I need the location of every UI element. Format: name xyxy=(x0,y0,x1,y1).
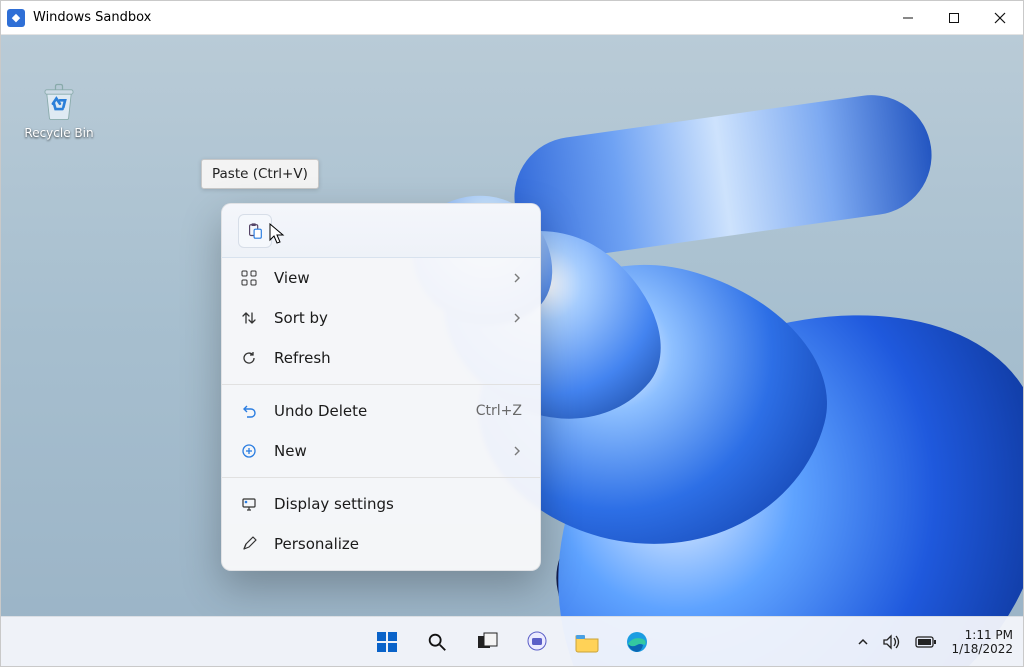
start-button[interactable] xyxy=(367,622,407,662)
search-button[interactable] xyxy=(417,622,457,662)
recycle-bin[interactable]: Recycle Bin xyxy=(21,81,97,140)
paste-icon xyxy=(246,222,264,240)
chevron-right-icon xyxy=(512,269,522,287)
taskbar-clock[interactable]: 1:11 PM 1/18/2022 xyxy=(951,628,1013,656)
battery-icon xyxy=(915,636,937,648)
search-icon xyxy=(426,631,448,653)
sort-icon xyxy=(240,309,258,327)
menu-label: Sort by xyxy=(274,309,496,327)
clock-time: 1:11 PM xyxy=(951,628,1013,642)
pen-icon xyxy=(240,535,258,553)
menu-separator xyxy=(222,384,540,385)
task-view-icon xyxy=(475,630,499,654)
system-tray: 1:11 PM 1/18/2022 xyxy=(857,617,1013,666)
battery-button[interactable] xyxy=(915,636,937,648)
recycle-bin-label: Recycle Bin xyxy=(24,126,93,140)
chevron-up-icon xyxy=(857,636,869,648)
menu-accelerator: Ctrl+Z xyxy=(476,403,522,419)
menu-label: Undo Delete xyxy=(274,402,460,420)
edge-icon xyxy=(625,630,649,654)
menu-item-display-settings[interactable]: Display settings xyxy=(222,484,540,524)
app-window: ◆ Windows Sandbox xyxy=(0,0,1024,667)
taskbar: 1:11 PM 1/18/2022 xyxy=(1,616,1023,666)
menu-item-view[interactable]: View xyxy=(222,258,540,298)
edge-button[interactable] xyxy=(617,622,657,662)
titlebar: ◆ Windows Sandbox xyxy=(1,1,1023,35)
maximize-button[interactable] xyxy=(931,1,977,35)
refresh-icon xyxy=(240,349,258,367)
task-view-button[interactable] xyxy=(467,622,507,662)
window-title: Windows Sandbox xyxy=(33,10,151,25)
menu-label: Refresh xyxy=(274,349,522,367)
view-grid-icon xyxy=(240,269,258,287)
desktop-context-menu: View Sort by Refresh xyxy=(221,203,541,571)
undo-icon xyxy=(240,402,258,420)
paste-button[interactable] xyxy=(238,214,272,248)
chat-icon xyxy=(525,630,549,654)
menu-item-new[interactable]: New xyxy=(222,431,540,471)
menu-label: View xyxy=(274,269,496,287)
context-menu-action-bar xyxy=(222,204,540,258)
chevron-right-icon xyxy=(512,442,522,460)
menu-item-refresh[interactable]: Refresh xyxy=(222,338,540,378)
maximize-icon xyxy=(948,12,960,24)
folder-icon xyxy=(574,630,600,654)
recycle-bin-icon xyxy=(38,81,80,123)
windows-logo-icon xyxy=(375,630,399,654)
file-explorer-button[interactable] xyxy=(567,622,607,662)
chat-button[interactable] xyxy=(517,622,557,662)
minimize-button[interactable] xyxy=(885,1,931,35)
menu-label: New xyxy=(274,442,496,460)
menu-label: Display settings xyxy=(274,495,522,513)
monitor-icon xyxy=(240,495,258,513)
plus-circle-icon xyxy=(240,442,258,460)
volume-icon xyxy=(883,634,901,650)
menu-label: Personalize xyxy=(274,535,522,553)
volume-button[interactable] xyxy=(883,634,901,650)
menu-item-undo-delete[interactable]: Undo Delete Ctrl+Z xyxy=(222,391,540,431)
close-button[interactable] xyxy=(977,1,1023,35)
app-icon: ◆ xyxy=(7,9,25,27)
clock-date: 1/18/2022 xyxy=(951,642,1013,656)
close-icon xyxy=(994,12,1006,24)
desktop[interactable]: Recycle Bin Paste (Ctrl+V) xyxy=(1,35,1023,666)
menu-item-personalize[interactable]: Personalize xyxy=(222,524,540,564)
tooltip-text: Paste (Ctrl+V) xyxy=(212,166,308,182)
minimize-icon xyxy=(902,12,914,24)
tray-overflow-button[interactable] xyxy=(857,636,869,648)
menu-separator xyxy=(222,477,540,478)
menu-item-sort-by[interactable]: Sort by xyxy=(222,298,540,338)
paste-tooltip: Paste (Ctrl+V) xyxy=(201,159,319,189)
chevron-right-icon xyxy=(512,309,522,327)
